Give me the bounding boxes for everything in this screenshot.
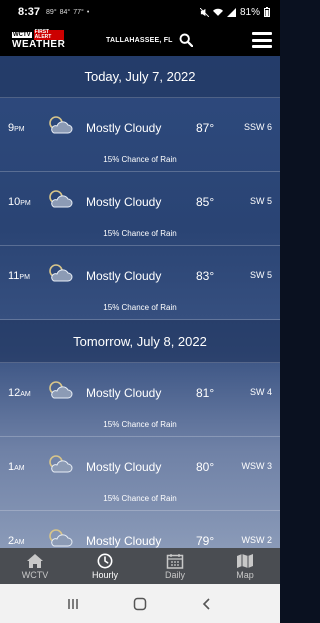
nav-wctv[interactable]: WCTV (0, 548, 70, 584)
hourly-forecast-list[interactable]: Today, July 7, 2022 9PM Mostly Cloudy 87° SS… (0, 56, 280, 548)
hour-row[interactable]: 1AM Mostly Cloudy 80° WSW 3 15% Chance of Ra… (0, 437, 280, 511)
hour-ampm: PM (14, 126, 25, 133)
recent-apps-icon[interactable] (66, 597, 80, 611)
hour-condition: Mostly Cloudy (86, 121, 162, 135)
notif-dot: • (86, 8, 90, 16)
day-header: Today, July 7, 2022 (0, 56, 280, 98)
hour-time: 1AM (8, 461, 25, 473)
signal-icon (226, 7, 236, 17)
location-label[interactable]: TALLAHASSEE, FL (106, 37, 173, 44)
hour-row[interactable]: 2AM Mostly Cloudy 79° WSW 2 (0, 511, 280, 548)
hour-temperature: 79° (196, 534, 215, 548)
nav-daily-label: Daily (164, 569, 185, 580)
nav-wctv-label: WCTV (21, 569, 49, 580)
logo-channel: WCTV (12, 32, 32, 38)
mute-icon (199, 7, 209, 17)
system-nav-bar (0, 584, 280, 623)
status-bar: 8:37 89° 84° 77° • 81% (0, 0, 280, 24)
hour-rain-chance: 15% Chance of Rain (103, 303, 177, 312)
nav-hourly-label: Hourly (91, 569, 118, 580)
day-header: Tomorrow, July 8, 2022 (0, 320, 280, 363)
home-button-icon[interactable] (133, 597, 147, 611)
hour-condition: Mostly Cloudy (86, 269, 162, 283)
hour-wind: SW 5 (249, 196, 272, 206)
hour-temperature: 80° (196, 460, 215, 474)
notification-icons: 89° 84° 77° • (46, 9, 89, 16)
partly-cloudy-night-icon (46, 453, 74, 475)
hour-rain-chance: 15% Chance of Rain (103, 420, 177, 429)
bottom-nav: WCTV Hourly Daily Map (0, 548, 280, 584)
clock-icon (97, 553, 113, 568)
hour-temperature: 81° (196, 386, 215, 400)
partly-cloudy-night-icon (46, 379, 74, 401)
battery-percent: 81% (239, 6, 260, 18)
notif-temp-3: 77° (73, 8, 84, 16)
nav-map-label: Map (236, 569, 254, 580)
hour-condition: Mostly Cloudy (86, 460, 162, 474)
hour-time: 12AM (8, 387, 31, 399)
wctv-first-alert-logo[interactable]: WCTV FIRST ALERT WEATHER (12, 28, 66, 52)
hour-row[interactable]: 10PM Mostly Cloudy 85° SW 5 15% Chance of Ra… (0, 172, 280, 246)
hour-ampm: AM (14, 539, 25, 546)
hour-condition: Mostly Cloudy (86, 534, 162, 548)
status-time: 8:37 (18, 6, 41, 18)
nav-hourly[interactable]: Hourly (70, 548, 140, 584)
hour-row[interactable]: 11PM Mostly Cloudy 83° SW 5 15% Chance of Ra… (0, 246, 280, 320)
hour-time: 11PM (8, 270, 30, 282)
calendar-icon (166, 553, 184, 569)
wifi-icon (212, 8, 223, 16)
notif-temp-1: 89° (46, 8, 57, 16)
hour-temperature: 83° (196, 269, 215, 283)
hour-ampm: AM (14, 465, 25, 472)
hour-ampm: PM (19, 274, 30, 281)
hour-temperature: 85° (196, 195, 215, 209)
hour-number: 12 (8, 387, 21, 399)
hour-ampm: PM (20, 200, 31, 207)
hamburger-menu-icon[interactable] (252, 32, 272, 48)
hour-wind: WSW 2 (241, 535, 273, 545)
hour-time: 2AM (8, 535, 25, 547)
nav-map[interactable]: Map (210, 548, 280, 584)
partly-cloudy-night-icon (46, 527, 74, 548)
nav-daily[interactable]: Daily (140, 548, 210, 584)
hour-row[interactable]: 9PM Mostly Cloudy 87° SSW 6 15% Chance of Ra… (0, 98, 280, 172)
hour-time: 9PM (8, 122, 25, 134)
battery-icon (264, 7, 270, 17)
notif-temp-2: 84° (59, 8, 71, 16)
hour-number: 11 (8, 270, 20, 282)
logo-weather: WEATHER (12, 39, 66, 50)
app-header: WCTV FIRST ALERT WEATHER TALLAHASSEE, FL (0, 24, 280, 56)
partly-cloudy-night-icon (46, 114, 74, 136)
hour-wind: SW 5 (249, 270, 272, 280)
hour-wind: SW 4 (249, 387, 272, 397)
hour-wind: SSW 6 (243, 122, 272, 132)
map-icon (237, 553, 253, 568)
hour-condition: Mostly Cloudy (86, 386, 162, 400)
partly-cloudy-night-icon (46, 262, 74, 284)
hour-rain-chance: 15% Chance of Rain (103, 229, 177, 238)
search-icon[interactable] (179, 33, 193, 47)
hour-number: 10 (8, 196, 21, 208)
home-icon (27, 553, 43, 568)
hour-condition: Mostly Cloudy (86, 195, 162, 209)
back-icon[interactable] (200, 597, 214, 611)
hour-ampm: AM (20, 391, 31, 398)
hour-rain-chance: 15% Chance of Rain (103, 155, 177, 164)
partly-cloudy-night-icon (46, 188, 74, 210)
hour-row[interactable]: 12AM Mostly Cloudy 81° SW 4 15% Chance of Ra… (0, 363, 280, 437)
hour-rain-chance: 15% Chance of Rain (103, 494, 177, 503)
hour-wind: WSW 3 (241, 461, 273, 471)
status-right: 81% (199, 6, 270, 18)
hour-temperature: 87° (196, 121, 215, 135)
hour-time: 10PM (8, 196, 31, 208)
